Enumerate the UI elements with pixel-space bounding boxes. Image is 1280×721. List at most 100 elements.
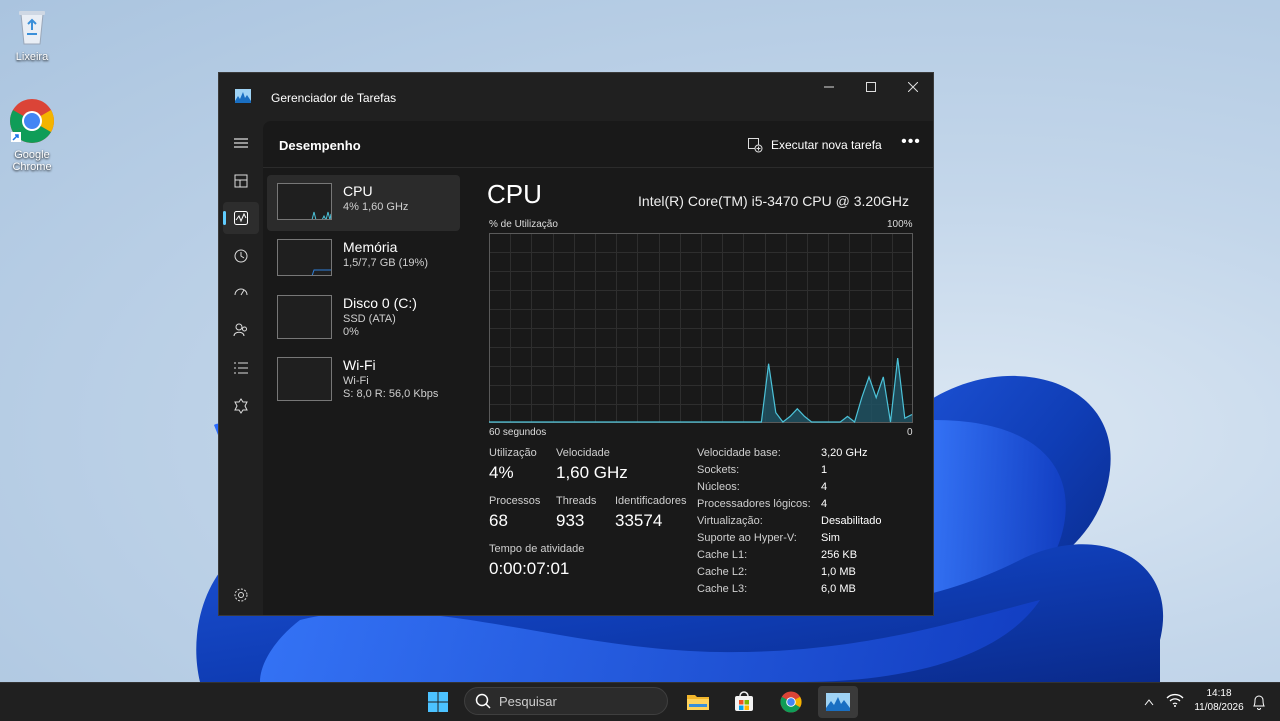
close-button[interactable] <box>891 73 935 101</box>
page-title: Desempenho <box>279 138 361 153</box>
perf-item-subtitle: 4% 1,60 GHz <box>343 201 409 213</box>
spec-value: 1 <box>821 464 828 476</box>
wifi-icon[interactable] <box>1166 693 1184 712</box>
stat-speed: Velocidade 1,60 GHz <box>556 447 628 483</box>
utilization-max-label: 100% <box>887 219 913 230</box>
taskbar-file-explorer[interactable] <box>678 686 718 718</box>
stat-label: Threads <box>556 495 597 507</box>
desktop-icon-recycle-bin[interactable]: Lixeira <box>0 6 64 63</box>
nav-app-history[interactable] <box>223 240 259 272</box>
hamburger-menu-icon <box>234 138 248 148</box>
minimize-icon <box>824 86 834 88</box>
windows-logo-icon <box>428 692 448 712</box>
spec-row: Núcleos: 4 <box>697 481 882 498</box>
performance-page: Desempenho Executar nova tarefa ••• CPU … <box>263 121 933 615</box>
desktop-icon-chrome[interactable]: Google Chrome <box>0 98 64 173</box>
system-tray <box>1144 683 1184 721</box>
perf-item-name: Disco 0 (C:) <box>343 295 417 311</box>
run-new-task-button[interactable]: Executar nova tarefa <box>747 135 882 155</box>
taskbar: Pesquisar 14:18 11/08/2026 <box>0 682 1280 721</box>
settings-icon <box>234 588 248 602</box>
run-new-task-label: Executar nova tarefa <box>771 138 882 152</box>
time-axis-right-label: 0 <box>907 427 913 438</box>
spec-key: Suporte ao Hyper-V: <box>697 532 797 544</box>
startup-apps-icon <box>234 288 248 296</box>
spec-row: Processadores lógicos: 4 <box>697 498 882 515</box>
nav-menu-toggle[interactable] <box>223 127 259 159</box>
spec-key: Virtualização: <box>697 515 763 527</box>
chrome-icon <box>780 691 802 713</box>
performance-list: CPU 4% 1,60 GHz Memória 1,5/7,7 GB (19%)… <box>267 175 460 405</box>
spec-row: Virtualização: Desabilitado <box>697 515 882 532</box>
start-button[interactable] <box>418 686 458 718</box>
nav-services[interactable] <box>223 390 259 422</box>
users-icon <box>233 323 247 337</box>
spec-key: Sockets: <box>697 464 740 476</box>
stat-value: 4% <box>489 463 514 482</box>
cpu-thumbnail-graph <box>277 183 332 220</box>
time-axis-left-label: 60 segundos <box>489 427 547 438</box>
show-hidden-icons-chevron-icon[interactable] <box>1144 695 1154 709</box>
maximize-button[interactable] <box>849 73 893 101</box>
perf-item-name: Memória <box>343 239 398 255</box>
task-manager-icon <box>235 89 251 103</box>
perf-item-cpu[interactable]: CPU 4% 1,60 GHz <box>267 175 460 231</box>
spec-value: 6,0 MB <box>821 583 856 595</box>
nav-users[interactable] <box>223 314 259 346</box>
notifications-bell-icon[interactable] <box>1252 694 1266 715</box>
spec-value: 1,0 MB <box>821 566 856 578</box>
stat-label: Tempo de atividade <box>489 543 585 555</box>
taskbar-microsoft-store[interactable] <box>724 686 764 718</box>
perf-item-name: CPU <box>343 183 373 199</box>
store-icon <box>735 691 753 711</box>
spec-value: 256 KB <box>821 549 858 561</box>
spec-key: Processadores lógicos: <box>697 498 811 510</box>
more-options-button[interactable]: ••• <box>899 133 923 155</box>
minimize-button[interactable] <box>807 73 851 101</box>
perf-item-wifi[interactable]: Wi-Fi Wi-Fi S: 8,0 R: 56,0 Kbps <box>267 349 460 405</box>
navigation-rail <box>219 121 263 615</box>
stat-utilization: Utilização 4% <box>489 447 537 483</box>
taskbar-chrome[interactable] <box>771 686 811 718</box>
spec-value: Sim <box>821 532 840 544</box>
stat-label: Utilização <box>489 447 537 459</box>
perf-item-name: Wi-Fi <box>343 357 376 373</box>
taskbar-search[interactable]: Pesquisar <box>464 687 668 715</box>
perf-item-value: 0% <box>343 326 359 338</box>
chrome-icon <box>0 98 64 147</box>
perf-item-memory[interactable]: Memória 1,5/7,7 GB (19%) <box>267 231 460 287</box>
search-icon <box>475 693 491 709</box>
stat-label: Processos <box>489 495 541 507</box>
stat-value: 33574 <box>615 511 663 530</box>
stat-value: 0:00:07:01 <box>489 559 570 578</box>
new-task-icon <box>748 138 763 153</box>
recycle-bin-icon <box>0 6 64 49</box>
close-icon <box>908 82 918 92</box>
task-manager-window: Gerenciador de Tarefas Desempenho Execut… <box>218 72 934 616</box>
spec-key: Cache L3: <box>697 583 748 595</box>
spec-key: Cache L2: <box>697 566 748 578</box>
nav-performance[interactable] <box>223 202 259 234</box>
utilization-axis-label: % de Utilização <box>489 219 558 230</box>
taskbar-clock[interactable]: 14:18 11/08/2026 <box>1188 687 1250 715</box>
nav-startup-apps[interactable] <box>223 277 259 309</box>
nav-settings[interactable] <box>223 579 259 611</box>
title-bar[interactable]: Gerenciador de Tarefas <box>219 73 933 121</box>
maximize-icon <box>866 82 876 92</box>
perf-item-disk[interactable]: Disco 0 (C:) SSD (ATA) 0% <box>267 287 460 343</box>
stat-uptime: Tempo de atividade 0:00:07:01 <box>489 543 584 579</box>
taskbar-task-manager[interactable] <box>818 686 858 718</box>
folder-icon <box>687 695 709 710</box>
stat-value: 1,60 GHz <box>556 463 628 482</box>
clock-time: 14:18 <box>1206 688 1232 699</box>
nav-processes[interactable] <box>223 165 259 197</box>
performance-icon <box>234 211 248 225</box>
perf-item-subtitle: 1,5/7,7 GB (19%) <box>343 257 428 269</box>
spec-row: Cache L3: 6,0 MB <box>697 583 882 600</box>
perf-item-subtitle: SSD (ATA) <box>343 313 396 325</box>
app-history-icon <box>234 249 248 263</box>
cpu-specs-list: Velocidade base: 3,20 GHz Sockets: 1 Núcle… <box>697 447 882 600</box>
nav-details[interactable] <box>223 352 259 384</box>
processes-icon <box>234 174 248 188</box>
cpu-model-name: Intel(R) Core(TM) i5-3470 CPU @ 3.20GHz <box>638 193 909 209</box>
